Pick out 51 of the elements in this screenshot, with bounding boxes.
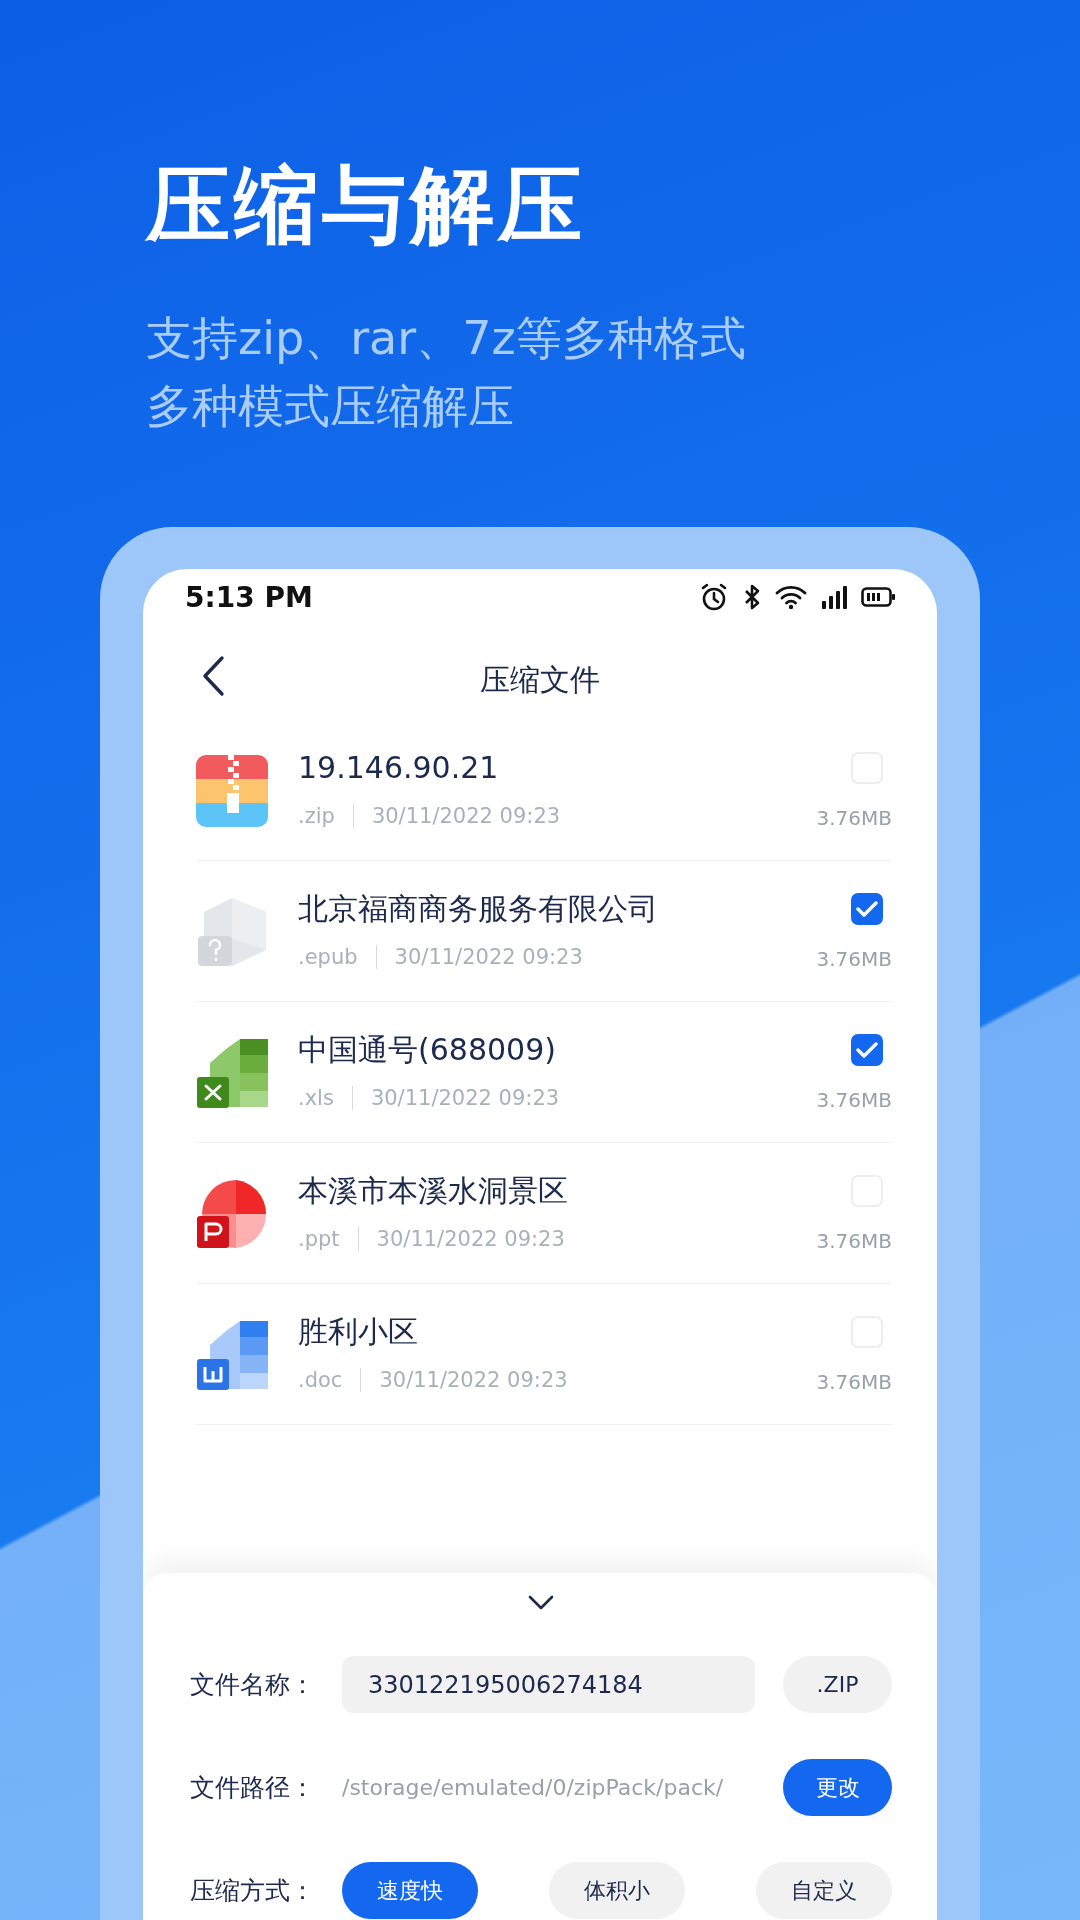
file-extension: .xls [298,1085,334,1112]
file-date: 30/11/2022 09:23 [379,1367,568,1394]
file-name: 胜利小区 [298,1313,419,1351]
status-time: 5:13 PM [185,580,313,614]
file-size: 3.76MB [816,805,892,832]
wifi-icon [775,584,807,610]
mode-option[interactable]: 自定义 [756,1862,892,1919]
file-extension: .epub [298,944,358,971]
field-label: 文件名称： [190,1669,316,1701]
file-name: 北京福商商务服务有限公司 [298,890,659,928]
document-file-icon [196,1319,268,1391]
spreadsheet-file-icon [196,1037,268,1109]
file-extension: .zip [298,803,335,830]
extension-button[interactable]: .ZIP [783,1656,892,1713]
file-path: /storage/emulated/0/zipPack/pack/ [342,1775,725,1800]
check-icon [856,1041,878,1059]
signal-icon [821,585,847,609]
file-extension: .doc [298,1367,343,1394]
chevron-down-icon[interactable] [528,1595,554,1611]
file-checkbox[interactable] [851,1034,883,1066]
file-name: 中国通号(688009) [298,1031,557,1069]
field-label: 压缩方式： [190,1875,316,1907]
file-size: 3.76MB [816,1087,892,1114]
mode-option[interactable]: 速度快 [342,1862,478,1919]
mode-option[interactable]: 体积小 [549,1862,685,1919]
file-name: 19.146.90.21 [298,749,500,787]
change-button[interactable]: 更改 [783,1759,892,1816]
file-extension: .ppt [298,1226,340,1253]
screen-title: 压缩文件 [480,661,600,699]
battery-icon [861,586,895,608]
back-icon[interactable] [201,655,225,697]
bluetooth-icon [743,583,761,611]
archive-file-icon [196,755,268,827]
file-checkbox[interactable] [851,893,883,925]
file-date: 30/11/2022 09:23 [394,944,583,971]
file-date: 30/11/2022 09:23 [370,1085,560,1112]
file-size: 3.76MB [816,1228,892,1255]
alarm-icon [699,582,729,612]
file-size: 3.76MB [816,946,892,973]
file-date: 30/11/2022 09:23 [376,1226,565,1253]
field-label: 文件路径： [190,1772,316,1804]
file-size: 3.76MB [816,1369,892,1396]
unknown-file-icon [196,896,268,968]
file-name: 本溪市本溪水洞景区 [298,1172,569,1210]
presentation-file-icon [196,1178,268,1250]
file-name-field[interactable]: 330122195006274184 [342,1656,755,1713]
check-icon [856,900,878,918]
headline-title: 压缩与解压 [146,155,587,256]
headline-subtitle: 支持zip、rar、7z等多种格式 [146,310,747,367]
headline-subtitle: 多种模式压缩解压 [146,378,515,435]
file-date: 30/11/2022 09:23 [371,803,561,830]
